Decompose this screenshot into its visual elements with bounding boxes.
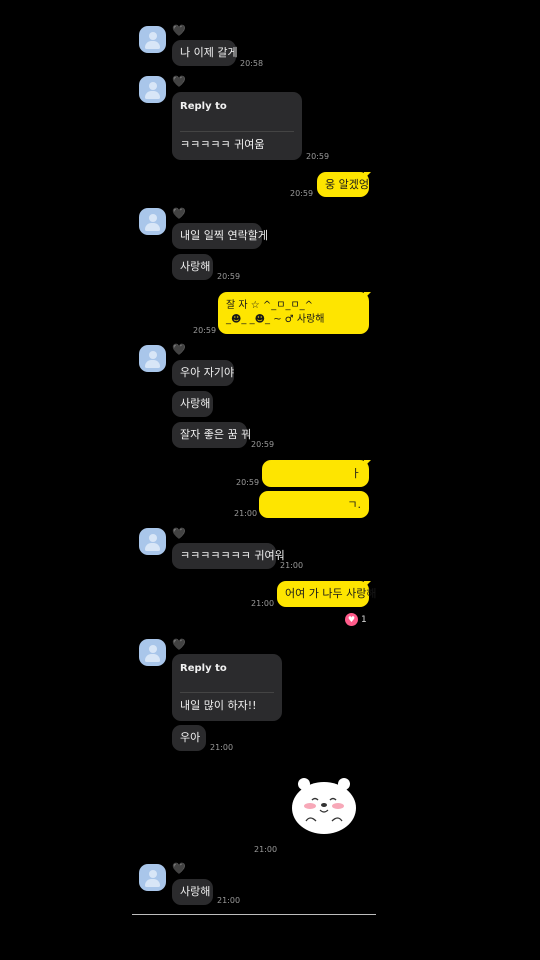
- my-message-bubble[interactable]: 잘 자 ☆ ^_ㅁ_ㅁ_^ _☻_ _☻_ ~ ♂ 사랑해: [218, 292, 369, 334]
- reply-divider: [180, 130, 294, 132]
- reply-label: Reply to: [180, 663, 227, 674]
- timestamp: 20:59: [306, 152, 330, 161]
- heart-icon: 🖤: [172, 207, 186, 220]
- message-bubble[interactable]: 우아: [172, 725, 206, 751]
- avatar[interactable]: [139, 639, 166, 666]
- message-text: ㄱ.: [347, 497, 361, 511]
- message-text-line2: _☻_ _☻_ ~ ♂ 사랑해: [226, 314, 325, 325]
- heart-icon: 🖤: [172, 527, 186, 540]
- message-bubble[interactable]: 내일 일찍 연락할게: [172, 223, 268, 249]
- message-text: 잘자 좋은 꿈 꿔: [180, 428, 252, 441]
- message-text-line1: 잘 자 ☆ ^_ㅁ_ㅁ_^: [226, 300, 314, 311]
- avatar[interactable]: [139, 208, 166, 235]
- message-bubble[interactable]: 사랑해: [172, 879, 213, 905]
- heart-icon: 🖤: [172, 75, 186, 88]
- timestamp: 20:59: [290, 189, 314, 198]
- timestamp: 20:59: [251, 440, 275, 449]
- divider: [132, 914, 376, 915]
- message-text: 내일 일찍 연락할게: [180, 229, 268, 242]
- timestamp: 21:00: [234, 509, 258, 518]
- timestamp: 21:00: [217, 896, 241, 905]
- message-text: 사랑해: [180, 885, 211, 898]
- message-text: ㅋㅋㅋㅋㅋ 귀여움: [180, 138, 265, 151]
- message-text: ㅏ: [350, 466, 361, 480]
- timestamp: 20:58: [240, 59, 264, 68]
- reaction-badge[interactable]: ♥ 1: [345, 613, 367, 626]
- message-text: 우아: [180, 731, 201, 744]
- timestamp: 21:00: [254, 845, 278, 854]
- bubble-tail: [364, 292, 371, 299]
- message-text: 사랑해: [180, 397, 211, 410]
- heart-reaction-icon: ♥: [345, 613, 358, 626]
- avatar[interactable]: [139, 76, 166, 103]
- message-bubble[interactable]: ㅋㅋㅋㅋㅋㅋㅋ 귀여워: [172, 543, 285, 569]
- message-bubble[interactable]: 잘자 좋은 꿈 꿔: [172, 422, 251, 448]
- heart-icon: 🖤: [172, 24, 186, 37]
- message-text: 웅 알겠엉: [325, 177, 369, 191]
- heart-icon: 🖤: [172, 862, 186, 875]
- avatar[interactable]: [139, 26, 166, 53]
- bubble-tail: [364, 172, 371, 179]
- message-bubble[interactable]: 나 이제 갈게: [172, 40, 238, 66]
- my-message-bubble[interactable]: ㅏ: [262, 460, 369, 487]
- reply-divider: [180, 691, 274, 693]
- message-text: 어여 가 나두 사랑해: [285, 587, 377, 600]
- reaction-count: 1: [361, 614, 367, 625]
- timestamp: 21:00: [280, 561, 304, 570]
- avatar[interactable]: [139, 528, 166, 555]
- bubble-tail: [364, 460, 371, 467]
- timestamp: 21:00: [210, 743, 234, 752]
- avatar[interactable]: [139, 345, 166, 372]
- message-text: 내일 많이 하자!!: [180, 699, 257, 712]
- my-message-bubble[interactable]: 웅 알겠엉: [317, 172, 369, 197]
- timestamp: 20:59: [217, 272, 241, 281]
- reply-bubble[interactable]: Reply to 내일 많이 하자!!: [172, 654, 282, 721]
- message-bubble[interactable]: 사랑해: [172, 391, 213, 417]
- timestamp: 21:00: [251, 599, 275, 608]
- avatar[interactable]: [139, 864, 166, 891]
- message-bubble[interactable]: 우아 자기야: [172, 360, 234, 386]
- message-text: ㅋㅋㅋㅋㅋㅋㅋ 귀여워: [180, 549, 285, 562]
- my-message-bubble[interactable]: 어여 가 나두 사랑해: [277, 581, 376, 607]
- message-bubble[interactable]: 사랑해: [172, 254, 213, 280]
- message-text: 나 이제 갈게: [180, 46, 238, 59]
- bear-sticker-icon[interactable]: [290, 775, 358, 837]
- message-text: 우아 자기야: [180, 366, 235, 379]
- reply-bubble[interactable]: Reply to ㅋㅋㅋㅋㅋ 귀여움: [172, 92, 302, 160]
- timestamp: 20:59: [236, 478, 260, 487]
- heart-icon: 🖤: [172, 343, 186, 356]
- timestamp: 20:59: [193, 326, 217, 335]
- message-text: 사랑해: [180, 260, 211, 273]
- my-message-bubble[interactable]: ㄱ.: [259, 491, 369, 518]
- bubble-tail: [364, 581, 371, 588]
- heart-icon: 🖤: [172, 638, 186, 651]
- reply-label: Reply to: [180, 101, 227, 112]
